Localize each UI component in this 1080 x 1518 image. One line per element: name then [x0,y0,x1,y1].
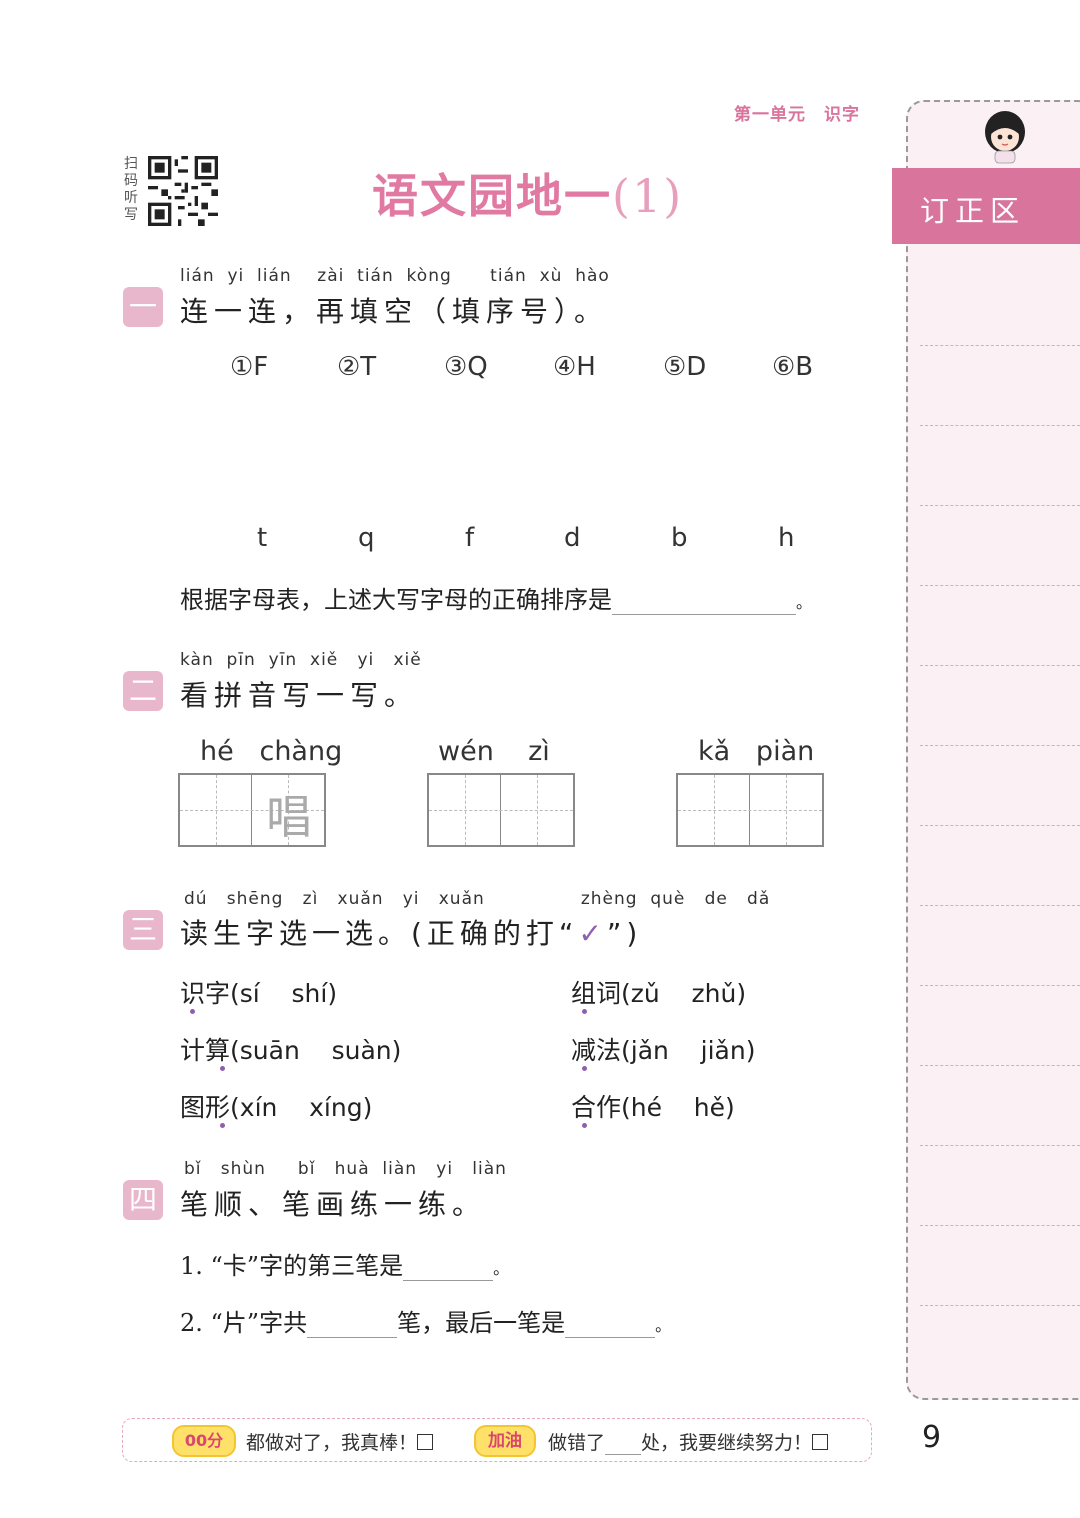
uppercase-letter[interactable]: ⑥B [772,352,813,382]
girl-mascot-icon [985,111,1025,164]
correction-line [920,1145,1080,1146]
uppercase-letters: ①F ②T ③Q ④H ⑤D ⑥B [0,352,900,392]
qr-code-icon [148,156,218,226]
lowercase-letter[interactable]: h [778,523,794,553]
scan-label: 扫码听写 [124,156,138,223]
emphasis-dot [582,1123,587,1128]
lowercase-letter[interactable]: b [671,523,688,553]
all-correct-checkbox[interactable] [417,1434,434,1450]
uppercase-letter[interactable]: ④H [553,352,596,382]
uppercase-letter[interactable]: ③Q [444,352,488,382]
stroke-count-blank[interactable] [307,1309,398,1338]
keep-going-badge: 加油 [474,1425,536,1457]
word-pinyin: kǎ piàn [698,736,815,767]
emphasis-dot [220,1123,225,1128]
correction-line [920,905,1080,906]
pronunciation-choice[interactable]: 减法(jǎn jiǎn) [571,1031,755,1067]
section1-title: 连一连，再填空（填序号）。 [180,295,609,328]
correction-line [920,1065,1080,1066]
writing-grid[interactable] [676,773,824,847]
emphasis-dot [220,1066,225,1071]
last-stroke-blank[interactable] [565,1309,656,1338]
correction-line [920,1225,1080,1226]
order-answer-blank[interactable] [612,586,796,615]
section3-title: 读生字选一选。(正确的打“✓”) [180,917,643,950]
uppercase-letter[interactable]: ①F [230,352,268,382]
section4-badge: 四 [123,1180,163,1220]
self-check-correct: 都做对了，我真棒！ [246,1428,434,1455]
correction-line [920,345,1080,346]
word-pinyin: hé chàng [200,736,343,767]
pronunciation-choice[interactable]: 计算(suān suàn) [180,1031,401,1067]
section1-badge: 一 [123,287,163,327]
trace-character: 唱 [266,790,312,844]
stroke-question-2: 2. “片”字共 笔，最后一笔是。 [180,1309,672,1338]
section4-title: 笔顺、笔画练一练。 [180,1188,487,1221]
correction-line [920,505,1080,506]
section3-badge: 三 [123,910,163,950]
section2-pinyin: kàn pīn yīn xiě yi xiě [180,650,422,670]
emphasis-dot [582,1009,587,1014]
pronunciation-choice[interactable]: 合作(hé hě) [571,1088,735,1124]
correction-tab-label: 订正区 [920,194,1026,228]
pronunciation-choice[interactable]: 图形(xín xíng) [180,1088,372,1124]
stroke-question-1: 1. “卡”字的第三笔是。 [180,1252,510,1281]
correction-line [920,665,1080,666]
uppercase-letter[interactable]: ⑤D [663,352,706,382]
section4-pinyin: bǐ shùn bǐ huà liàn yi liàn [184,1159,507,1179]
stroke-answer-blank[interactable] [403,1252,494,1281]
correction-line [920,985,1080,986]
checkmark-icon: ✓ [578,917,607,950]
writing-grid[interactable] [427,773,575,847]
page-number: 9 [922,1420,942,1455]
keep-trying-checkbox[interactable] [812,1434,829,1450]
correction-line [920,745,1080,746]
lowercase-letters: t q f d b h [0,523,900,563]
mistake-count-blank[interactable] [605,1434,642,1455]
lowercase-letter[interactable]: f [465,523,474,553]
lowercase-letter[interactable]: q [358,523,375,553]
section2-title: 看拼音写一写。 [180,679,419,712]
pronunciation-choice[interactable]: 组词(zǔ zhǔ) [571,974,746,1010]
order-question: 根据字母表，上述大写字母的正确排序是。 [180,586,813,615]
correction-line [920,585,1080,586]
title-part: (1) [612,169,684,223]
section2-badge: 二 [123,671,163,711]
uppercase-letter[interactable]: ②T [337,352,376,382]
correction-line [920,425,1080,426]
word-pinyin: wén zì [438,736,550,767]
lowercase-letter[interactable]: d [564,523,581,553]
self-check-mistakes: 做错了 处，我要继续努力！ [548,1428,829,1455]
emphasis-dot [190,1009,195,1014]
section1-pinyin: lián yi lián zài tián kòng tián xù hào [180,266,610,286]
writing-grid[interactable]: 唱 [178,773,326,847]
page-title: 语文园地一(1) [372,169,684,223]
correction-line [920,1305,1080,1306]
correction-line [920,825,1080,826]
full-score-badge: 00分 [172,1425,236,1457]
section3-pinyin: dú shēng zì xuǎn yi xuǎn zhèng què de dǎ [184,889,771,909]
emphasis-dot [582,1066,587,1071]
correction-area[interactable] [906,100,1080,1400]
unit-header: 第一单元 识字 [734,105,860,125]
pronunciation-choice[interactable]: 识字(sí shí) [180,974,337,1010]
lowercase-letter[interactable]: t [257,523,267,553]
